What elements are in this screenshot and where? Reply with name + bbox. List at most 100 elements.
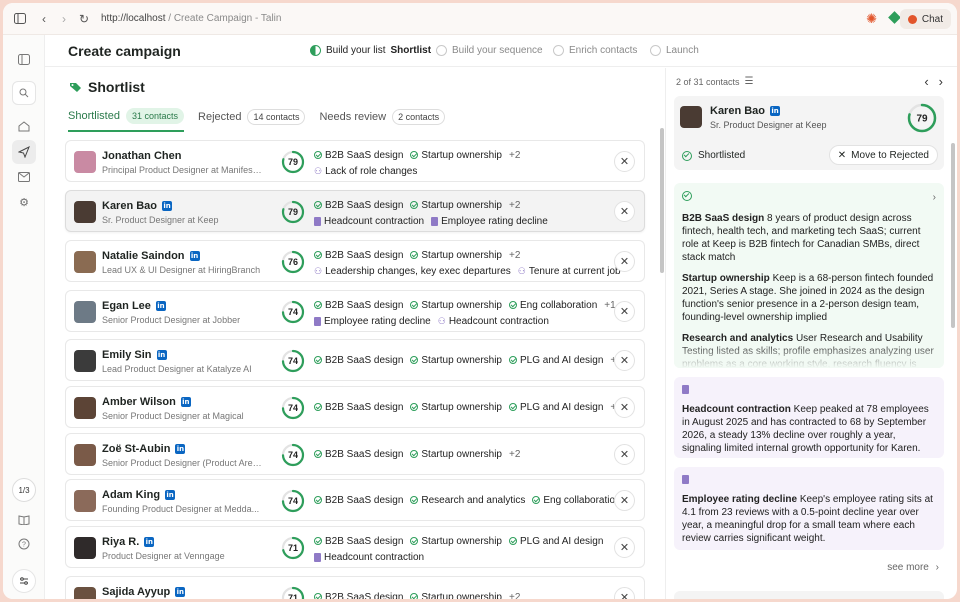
extension-sun-icon[interactable]: ✺	[866, 11, 877, 27]
reject-button[interactable]: ✕	[614, 251, 635, 272]
more-count[interactable]: +2	[509, 449, 520, 460]
address-bar[interactable]: http://localhost / Create Campaign - Tal…	[101, 13, 281, 24]
chevron-right-icon[interactable]: ›	[933, 191, 936, 204]
forward-icon[interactable]: ›	[55, 10, 73, 28]
next-contact-icon[interactable]: ›	[939, 74, 943, 89]
contact-name[interactable]: Natalie Saindon in	[102, 250, 200, 262]
contact-card[interactable]: Karen Bao in Sr. Product Designer at Keep 7…	[65, 190, 645, 232]
contact-name: Karen Bao in	[710, 105, 781, 117]
reject-button[interactable]: ✕	[614, 201, 635, 222]
reject-button[interactable]: ✕	[614, 151, 635, 172]
linkedin-icon[interactable]: in	[770, 106, 781, 116]
contact-name[interactable]: Riya R. in	[102, 536, 155, 548]
tab-rejected[interactable]: Rejected 14 contacts	[198, 104, 306, 132]
contact-name[interactable]: Egan Lee in	[102, 300, 166, 312]
progress-indicator[interactable]: 1/3	[12, 478, 36, 502]
step-label: Launch	[666, 45, 699, 56]
contact-name[interactable]: Sajida Ayyup in	[102, 586, 186, 598]
contact-name[interactable]: Emily Sin in	[102, 349, 167, 361]
contact-card[interactable]: Jonathan Chen Principal Product Designer …	[65, 140, 645, 182]
contact-card[interactable]: Zoë St-Aubin in Senior Product Designer (P…	[65, 433, 645, 475]
linkedin-icon[interactable]: in	[155, 301, 166, 311]
avatar	[74, 490, 96, 512]
back-icon[interactable]: ‹	[35, 10, 53, 28]
settings-icon[interactable]: ⚙	[12, 190, 36, 214]
contact-card[interactable]: Sajida Ayyup in 71 B2B SaaS design Startup o…	[65, 576, 645, 599]
reject-button[interactable]: ✕	[614, 350, 635, 371]
contact-card[interactable]: Riya R. in Product Designer at Venngage 71 B…	[65, 526, 645, 568]
contact-card[interactable]: Emily Sin in Lead Product Designer at Kata…	[65, 339, 645, 381]
shortlist-title: Shortlist	[88, 79, 145, 95]
browser-toolbar: ‹ › ↻ http://localhost / Create Campaign…	[3, 3, 957, 35]
tab-shortlisted[interactable]: Shortlisted 31 contacts	[68, 104, 185, 132]
sidebar-toggle-icon[interactable]	[11, 10, 29, 28]
contact-card[interactable]: Adam King in Founding Product Designer at …	[65, 479, 645, 521]
contact-card[interactable]: Egan Lee in Senior Product Designer at Job…	[65, 290, 645, 332]
contact-card[interactable]: Amber Wilson in Senior Product Designer at…	[65, 386, 645, 428]
contact-name[interactable]: Amber Wilson in	[102, 396, 191, 408]
mail-icon[interactable]	[12, 165, 36, 189]
contact-name[interactable]: Zoë St-Aubin in	[102, 443, 186, 455]
reject-button[interactable]: ✕	[614, 490, 635, 511]
reject-button[interactable]: ✕	[614, 537, 635, 558]
signal-tag: B2B SaaS design	[314, 150, 403, 161]
chat-button[interactable]: Chat	[899, 9, 951, 29]
more-count[interactable]: +2	[509, 250, 520, 261]
book-icon[interactable]	[12, 508, 36, 532]
more-count[interactable]: +2	[509, 592, 520, 600]
reject-button[interactable]: ✕	[614, 444, 635, 465]
linkedin-icon[interactable]: in	[165, 490, 176, 500]
filters-icon[interactable]	[12, 569, 36, 593]
step-enrich-contacts[interactable]: Enrich contacts	[553, 45, 637, 56]
linkedin-icon[interactable]: in	[189, 251, 200, 261]
step-build-sequence[interactable]: Build your sequence	[436, 45, 543, 56]
contact-pager: 2 of 31 contacts ☰	[676, 76, 754, 87]
close-icon: ✕	[837, 149, 847, 161]
more-count[interactable]: +2	[509, 200, 520, 211]
home-icon[interactable]	[12, 114, 36, 138]
linkedin-icon[interactable]: in	[175, 587, 186, 597]
linkedin-icon[interactable]: in	[162, 201, 173, 211]
linkedin-icon[interactable]: in	[180, 397, 191, 407]
tab-needs-review[interactable]: Needs review 2 contacts	[319, 104, 446, 132]
company-section[interactable]: Company	[674, 591, 944, 599]
reject-button[interactable]: ✕	[614, 587, 635, 599]
contact-card[interactable]: Natalie Saindon in Lead UX & UI Designer a…	[65, 240, 645, 282]
contact-title: Sr. Product Designer at Keep	[102, 215, 219, 225]
step-launch[interactable]: Launch	[650, 45, 699, 56]
panel-toggle-icon[interactable]	[12, 47, 36, 71]
linkedin-icon[interactable]: in	[144, 537, 155, 547]
check-circle-icon	[410, 593, 419, 599]
more-count[interactable]: +2	[509, 150, 520, 161]
list-scrollbar[interactable]	[660, 128, 664, 273]
reject-button[interactable]: ✕	[614, 301, 635, 322]
send-icon[interactable]	[12, 140, 36, 164]
check-circle-icon	[682, 150, 692, 161]
fit-tags: B2B SaaS design Startup ownership +2	[314, 197, 604, 213]
signal-tag: B2B SaaS design	[314, 592, 403, 599]
sort-icon[interactable]: ☰	[745, 76, 754, 87]
risk-tags: ⚇ Leadership changes, key exec departures…	[314, 263, 621, 279]
help-icon[interactable]: ?	[12, 532, 36, 556]
prev-contact-icon[interactable]: ‹	[924, 74, 928, 89]
check-circle-icon	[314, 450, 322, 458]
search-icon[interactable]	[12, 81, 36, 105]
check-circle-icon	[410, 403, 419, 411]
linkedin-icon[interactable]: in	[175, 444, 186, 454]
reject-button[interactable]: ✕	[614, 397, 635, 418]
contact-name[interactable]: Adam King in	[102, 489, 176, 501]
detail-scrollbar[interactable]	[951, 143, 955, 328]
move-to-rejected-button[interactable]: ✕ Move to Rejected	[828, 145, 938, 165]
contact-name-text: Sajida Ayyup	[102, 586, 171, 598]
extension-diamond-icon[interactable]	[888, 11, 901, 24]
see-more-link[interactable]: see more ›	[887, 562, 939, 573]
close-icon: ✕	[619, 402, 630, 414]
contact-name[interactable]: Karen Bao in	[102, 200, 173, 212]
pager-label: 2 of 31 contacts	[676, 76, 740, 87]
signal-tag-text: B2B SaaS design	[325, 448, 404, 460]
reload-icon[interactable]: ↻	[75, 10, 93, 28]
tab-label: Rejected	[198, 111, 242, 123]
linkedin-icon[interactable]: in	[156, 350, 167, 360]
contact-name[interactable]: Jonathan Chen	[102, 150, 181, 162]
step-build-list[interactable]: Build your list Shortlist	[310, 45, 431, 56]
